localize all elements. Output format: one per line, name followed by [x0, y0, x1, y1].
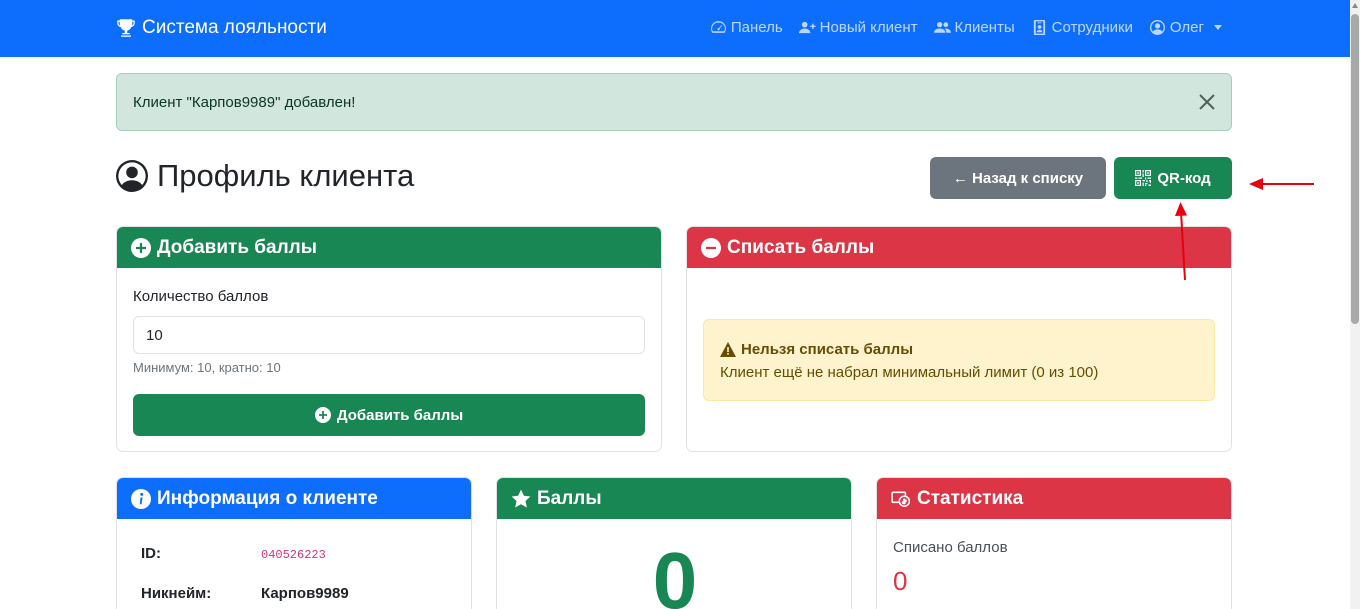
page-title: Профиль клиента	[116, 158, 414, 194]
nav-user-dropdown[interactable]: Олег	[1149, 19, 1222, 36]
annotation-arrow-horizontal	[1249, 178, 1314, 190]
user-circle-icon	[1149, 20, 1165, 35]
minus-circle-icon	[701, 237, 721, 258]
trophy-icon	[117, 19, 135, 37]
client-nickname-value: Карпов9989	[261, 585, 349, 602]
nav-clients[interactable]: Клиенты	[933, 19, 1015, 36]
points-amount-label: Количество баллов	[133, 288, 269, 305]
points-balance: 0	[652, 536, 698, 609]
card-header: Баллы	[497, 478, 851, 519]
user-circle-icon	[116, 160, 148, 192]
qr-icon	[1135, 170, 1152, 186]
points-amount-input[interactable]	[133, 316, 645, 354]
chevron-down-icon	[1214, 25, 1222, 30]
subtract-points-card: Списать баллы Нельзя списать баллы Клиен…	[686, 226, 1232, 452]
nav-dashboard[interactable]: Панель	[710, 19, 783, 36]
scrollbar-thumb[interactable]	[1351, 14, 1359, 324]
back-to-list-button[interactable]: ← Назад к списку	[930, 157, 1106, 199]
warning-text: Клиент ещё не набрал минимальный лимит (…	[720, 364, 1099, 381]
success-alert: Клиент "Карпов9989" добавлен!	[116, 73, 1232, 131]
plus-circle-icon	[131, 237, 151, 258]
points-card: Баллы 0	[496, 477, 852, 609]
navbar: Система лояльности Панель Новый клиент К…	[0, 0, 1350, 57]
warning-icon	[720, 342, 736, 357]
user-plus-icon	[798, 21, 816, 34]
nav-employees[interactable]: Сотрудники	[1031, 19, 1133, 36]
close-icon[interactable]	[1197, 92, 1217, 112]
scroll-up-icon[interactable]	[1352, 3, 1358, 8]
warning-alert: Нельзя списать баллы Клиент ещё не набра…	[703, 319, 1215, 401]
dashboard-icon	[710, 21, 726, 33]
badge-icon	[1033, 20, 1045, 35]
nav-new-client[interactable]: Новый клиент	[798, 19, 918, 36]
client-id-value: 040526223	[261, 548, 326, 562]
points-hint: Минимум: 10, кратно: 10	[133, 360, 281, 375]
qr-code-button[interactable]: QR-код	[1114, 157, 1232, 199]
brand-text: Система лояльности	[142, 17, 327, 38]
client-info-card: Информация о клиенте ID: 040526223 Никне…	[116, 477, 472, 609]
scrollbar[interactable]	[1350, 0, 1360, 609]
card-header: Добавить баллы	[117, 227, 661, 268]
users-icon	[933, 22, 951, 33]
add-points-card: Добавить баллы Количество баллов Минимум…	[116, 226, 662, 452]
spent-points-label: Списано баллов	[893, 539, 1008, 556]
cash-icon	[891, 491, 911, 507]
card-header: Статистика	[877, 478, 1231, 519]
warning-title: Нельзя списать баллы	[741, 341, 914, 358]
brand[interactable]: Система лояльности	[116, 17, 327, 39]
alert-message: Клиент "Карпов9989" добавлен!	[133, 94, 356, 111]
plus-circle-icon	[314, 407, 331, 423]
info-icon	[131, 488, 151, 509]
card-header: Информация о клиенте	[117, 478, 471, 519]
star-icon	[511, 489, 531, 507]
add-points-button[interactable]: Добавить баллы	[133, 394, 645, 436]
spent-points-value: 0	[893, 566, 908, 596]
card-header: Списать баллы	[687, 227, 1231, 268]
client-nickname-label: Никнейм:	[141, 585, 212, 602]
statistics-card: Статистика Списано баллов 0	[876, 477, 1232, 609]
client-id-label: ID:	[141, 545, 161, 562]
